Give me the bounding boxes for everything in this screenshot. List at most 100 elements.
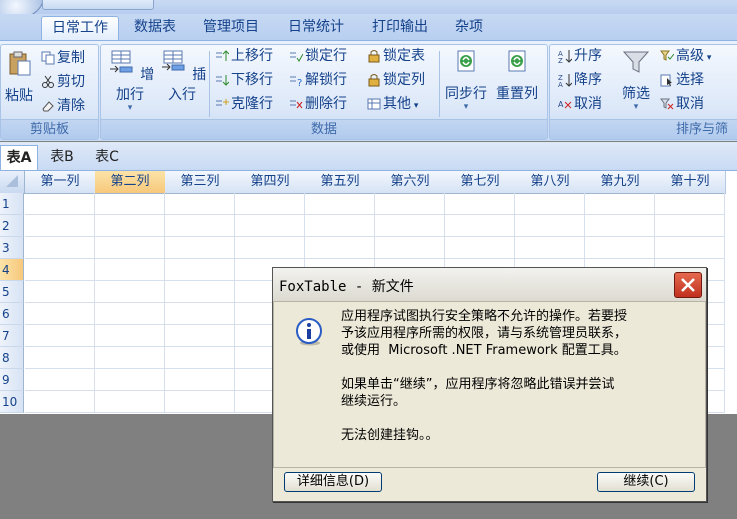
column-header[interactable]: 第二列	[95, 171, 166, 194]
grid-cell[interactable]	[445, 193, 515, 215]
details-button[interactable]: 详细信息(D)	[284, 472, 382, 492]
grid-cell[interactable]	[515, 193, 585, 215]
row-header[interactable]: 1	[0, 193, 24, 215]
grid-cell[interactable]	[305, 215, 375, 237]
select-all-corner[interactable]	[0, 171, 25, 194]
column-header[interactable]: 第九列	[585, 171, 656, 194]
sort-desc-button[interactable]: Z A 降序	[558, 69, 602, 91]
grid-cell[interactable]	[515, 237, 585, 259]
grid-cell[interactable]	[235, 193, 305, 215]
grid-cell[interactable]	[25, 325, 95, 347]
tab-datatable[interactable]: 数据表	[124, 16, 186, 39]
grid-cell[interactable]	[165, 391, 235, 413]
row-header[interactable]: 7	[0, 325, 24, 347]
column-header[interactable]: 第五列	[305, 171, 376, 194]
row-header[interactable]: 10	[0, 391, 24, 413]
grid-cell[interactable]	[95, 237, 165, 259]
grid-cell[interactable]	[165, 237, 235, 259]
sheet-tab-b[interactable]: 表B	[44, 145, 80, 169]
grid-cell[interactable]	[165, 281, 235, 303]
grid-cell[interactable]	[95, 193, 165, 215]
add-row-button[interactable]: 增加行 ▾	[105, 49, 155, 113]
other-dropdown[interactable]: 其他 ▾	[367, 93, 418, 115]
sort-asc-button[interactable]: A Z 升序	[558, 45, 602, 67]
column-header[interactable]: 第八列	[515, 171, 586, 194]
grid-cell[interactable]	[655, 215, 725, 237]
filter-button[interactable]: 筛选 ▾	[616, 49, 656, 112]
copy-button[interactable]: 复制	[41, 47, 85, 69]
grid-cell[interactable]	[585, 215, 655, 237]
grid-cell[interactable]	[305, 193, 375, 215]
move-down-row-button[interactable]: 下移行	[215, 69, 273, 91]
grid-cell[interactable]	[165, 259, 235, 281]
tab-daily-work[interactable]: 日常工作	[41, 16, 119, 40]
lock-column-button[interactable]: 锁定列	[367, 69, 425, 91]
grid-cell[interactable]	[655, 193, 725, 215]
paste-button[interactable]: 粘贴	[1, 51, 37, 105]
grid-cell[interactable]	[95, 259, 165, 281]
advanced-filter-button[interactable]: 高级 ▾	[660, 45, 711, 67]
grid-cell[interactable]	[25, 193, 95, 215]
column-header[interactable]: 第七列	[445, 171, 516, 194]
continue-button[interactable]: 继续(C)	[597, 472, 695, 492]
grid-cell[interactable]	[165, 369, 235, 391]
grid-cell[interactable]	[25, 259, 95, 281]
grid-cell[interactable]	[165, 303, 235, 325]
grid-cell[interactable]	[165, 325, 235, 347]
row-header[interactable]: 3	[0, 237, 24, 259]
grid-cell[interactable]	[655, 237, 725, 259]
grid-cell[interactable]	[375, 215, 445, 237]
grid-cell[interactable]	[585, 237, 655, 259]
grid-cell[interactable]	[165, 347, 235, 369]
lock-table-button[interactable]: 锁定表	[367, 45, 425, 67]
grid-cell[interactable]	[25, 391, 95, 413]
unlock-row-button[interactable]: ? 解锁行	[289, 69, 347, 91]
grid-cell[interactable]	[165, 215, 235, 237]
grid-cell[interactable]	[25, 369, 95, 391]
column-header[interactable]: 第一列	[25, 171, 96, 194]
grid-cell[interactable]	[25, 303, 95, 325]
sheet-tab-a[interactable]: 表A	[0, 145, 38, 170]
sheet-tab-c[interactable]: 表C	[89, 145, 125, 169]
grid-cell[interactable]	[445, 237, 515, 259]
grid-cell[interactable]	[305, 237, 375, 259]
grid-cell[interactable]	[375, 237, 445, 259]
grid-cell[interactable]	[445, 215, 515, 237]
clone-row-button[interactable]: 克隆行	[215, 93, 273, 115]
move-up-row-button[interactable]: 上移行	[215, 45, 273, 67]
grid-cell[interactable]	[95, 391, 165, 413]
grid-cell[interactable]	[585, 193, 655, 215]
grid-cell[interactable]	[375, 193, 445, 215]
clear-button[interactable]: 清除	[41, 95, 85, 117]
tab-misc[interactable]: 杂项	[446, 16, 492, 39]
grid-cell[interactable]	[95, 281, 165, 303]
column-header[interactable]: 第六列	[375, 171, 446, 194]
row-header[interactable]: 2	[0, 215, 24, 237]
select-button[interactable]: 选择	[660, 69, 704, 91]
tab-manage-project[interactable]: 管理项目	[193, 16, 269, 39]
grid-cell[interactable]	[25, 281, 95, 303]
grid-cell[interactable]	[95, 347, 165, 369]
grid-cell[interactable]	[165, 193, 235, 215]
grid-cell[interactable]	[95, 369, 165, 391]
grid-cell[interactable]	[25, 237, 95, 259]
grid-cell[interactable]	[235, 237, 305, 259]
reset-column-button[interactable]: 重置列	[493, 49, 541, 103]
column-header[interactable]: 第十列	[655, 171, 726, 194]
column-header[interactable]: 第四列	[235, 171, 306, 194]
grid-cell[interactable]	[95, 303, 165, 325]
delete-row-button[interactable]: 删除行	[289, 93, 347, 115]
grid-cell[interactable]	[25, 215, 95, 237]
sync-row-button[interactable]: 同步行 ▾	[443, 49, 489, 112]
insert-row-button[interactable]: 插入行	[157, 49, 207, 104]
tab-print-output[interactable]: 打印输出	[362, 16, 438, 39]
lock-row-button[interactable]: 锁定行	[289, 45, 347, 67]
row-header[interactable]: 8	[0, 347, 24, 369]
grid-cell[interactable]	[515, 215, 585, 237]
cancel-sort-button[interactable]: A 取消	[558, 93, 602, 115]
column-header[interactable]: 第三列	[165, 171, 236, 194]
dialog-close-button[interactable]	[674, 272, 702, 298]
row-header[interactable]: 9	[0, 369, 24, 391]
cancel-filter-button[interactable]: 取消	[660, 93, 704, 115]
grid-cell[interactable]	[95, 325, 165, 347]
